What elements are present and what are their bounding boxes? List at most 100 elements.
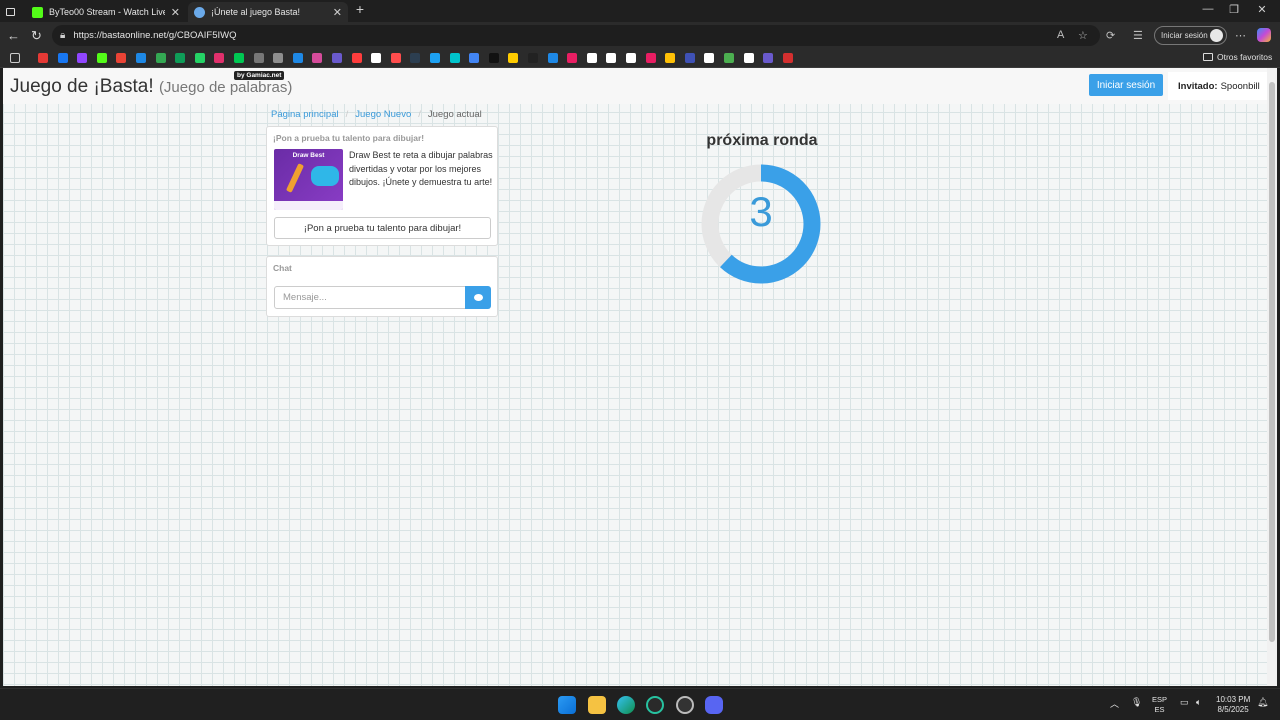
countdown-number: 3: [749, 188, 773, 235]
bookmark-icon[interactable]: [194, 53, 205, 63]
lock-icon: 🔒︎: [60, 30, 66, 41]
bookmark-icon[interactable]: [214, 53, 225, 63]
bookmark-icon[interactable]: [332, 53, 342, 63]
guest-name: Spoonbill: [1220, 80, 1260, 92]
bookmark-icon[interactable]: [351, 53, 362, 63]
back-icon[interactable]: ←: [7, 28, 20, 43]
bookmark-icon[interactable]: [626, 53, 636, 63]
tab-actions-icon[interactable]: [0, 2, 22, 22]
login-button[interactable]: Iniciar sesión: [1089, 74, 1163, 96]
bookmark-icon[interactable]: [724, 53, 734, 63]
bookmark-icon[interactable]: [763, 53, 774, 63]
next-round-label: próxima ronda: [706, 132, 818, 149]
browser-tab-bar: ByTeo00 Stream - Watch Live on ✕ ¡Únete …: [0, 0, 1280, 22]
close-tab-icon[interactable]: ✕: [333, 6, 342, 19]
close-window-button[interactable]: ✕: [1252, 3, 1272, 16]
url-text: https://bastaonline.net/g/CBOAIF5IWQ: [73, 30, 237, 41]
edge-icon[interactable]: [617, 696, 635, 714]
volume-icon[interactable]: 🔈︎: [1196, 697, 1201, 708]
bookmark-icon[interactable]: [77, 53, 88, 63]
browser-signin-button[interactable]: Iniciar sesión: [1154, 26, 1227, 45]
bookmark-icon[interactable]: [390, 53, 401, 63]
promo-draw-button[interactable]: ¡Pon a prueba tu talento para dibujar!: [274, 217, 491, 239]
guest-info: Invitado: Spoonbill: [1168, 72, 1267, 100]
bookmark-icon[interactable]: [606, 53, 617, 63]
address-bar[interactable]: 🔒︎ https://bastaonline.net/g/CBOAIF5IWQ: [52, 25, 1100, 46]
discord-icon[interactable]: [705, 696, 723, 714]
page-scrollbar[interactable]: [1267, 68, 1277, 686]
bookmark-icon[interactable]: [57, 53, 68, 63]
bookmark-icon[interactable]: [371, 53, 382, 63]
maximize-button[interactable]: ❐: [1224, 3, 1244, 16]
draw-best-image[interactable]: Draw Best: [274, 149, 343, 210]
bookmark-icon[interactable]: [645, 53, 656, 63]
bookmark-icon[interactable]: [547, 53, 558, 63]
file-explorer-icon[interactable]: [588, 696, 606, 714]
bookmark-icon[interactable]: [410, 53, 421, 63]
chat-message-input[interactable]: Mensaje...: [274, 286, 466, 309]
close-tab-icon[interactable]: ✕: [171, 6, 180, 19]
read-aloud-icon[interactable]: A: [1057, 29, 1064, 41]
clock[interactable]: 10:03 PM 8/5/2025: [1216, 695, 1250, 715]
network-icon[interactable]: ▭: [1180, 697, 1189, 708]
new-tab-button[interactable]: +: [350, 1, 370, 17]
language-indicator[interactable]: ESP ES: [1152, 695, 1167, 715]
copilot-icon[interactable]: [1257, 28, 1271, 42]
bookmark-icon[interactable]: [312, 53, 323, 63]
favorites-icon[interactable]: ☰: [1133, 29, 1143, 42]
bookmark-tray-icon[interactable]: [10, 53, 20, 63]
draw-best-promo-panel: ¡Pon a prueba tu talento para dibujar! D…: [266, 126, 498, 246]
promo-heading: ¡Pon a prueba tu talento para dibujar!: [273, 133, 425, 143]
bookmark-icon[interactable]: [782, 53, 793, 63]
other-favorites-folder[interactable]: Otros favoritos: [1203, 52, 1272, 62]
tab-basta[interactable]: ¡Únete al juego Basta! ✕: [188, 2, 348, 22]
bookmark-icon[interactable]: [743, 53, 754, 63]
address-toolbar: ← ↻ 🔒︎ https://bastaonline.net/g/CBOAIF5…: [0, 22, 1280, 49]
bookmark-icon[interactable]: [586, 53, 597, 63]
microphone-icon[interactable]: 🎙︎: [1131, 697, 1142, 708]
bookmark-icon[interactable]: [273, 53, 284, 63]
bookmark-icon[interactable]: [234, 53, 244, 63]
breadcrumb-home[interactable]: Página principal: [271, 109, 339, 120]
extensions-icon[interactable]: ⟳: [1106, 29, 1115, 42]
bookmark-icon[interactable]: [175, 53, 186, 63]
bookmark-icon[interactable]: [469, 53, 480, 63]
web-page: Juego de ¡Basta! (Juego de palabras) by …: [3, 68, 1267, 686]
favorite-star-icon[interactable]: ☆: [1078, 29, 1088, 42]
windows-taskbar: ︿ 🎙︎ ESP ES ▭ 🔈︎ 10:03 PM 8/5/2025 🔔︎: [0, 688, 1280, 720]
notifications-icon[interactable]: 🔔︎: [1257, 697, 1268, 708]
breadcrumb-current: Juego actual: [427, 109, 482, 120]
bookmark-icon[interactable]: [136, 53, 146, 63]
gamiac-badge[interactable]: by Gamiac.net: [234, 71, 285, 80]
chat-heading: Chat: [273, 263, 292, 273]
scrollbar-thumb[interactable]: [1269, 82, 1275, 642]
bookmark-icon[interactable]: [292, 53, 303, 63]
bookmark-icon[interactable]: [528, 53, 538, 63]
chat-send-button[interactable]: [465, 286, 491, 309]
app-icon[interactable]: [676, 696, 694, 714]
bookmark-icon[interactable]: [430, 53, 440, 63]
bookmark-icon[interactable]: [508, 53, 519, 63]
edge-profile-icon[interactable]: [646, 696, 664, 714]
more-menu-icon[interactable]: ⋯: [1235, 29, 1246, 42]
tab-kick-stream[interactable]: ByTeo00 Stream - Watch Live on ✕: [26, 2, 186, 22]
bookmark-icon[interactable]: [449, 53, 460, 63]
bookmark-icon[interactable]: [96, 53, 107, 63]
bookmark-icon[interactable]: [567, 53, 578, 63]
bookmark-icon[interactable]: [665, 53, 676, 63]
breadcrumb-new-game[interactable]: Juego Nuevo: [355, 109, 411, 120]
bookmark-icon[interactable]: [488, 53, 499, 63]
bookmark-icon[interactable]: [38, 53, 48, 63]
bookmark-icon[interactable]: [116, 53, 127, 63]
start-icon[interactable]: [558, 696, 576, 714]
refresh-icon[interactable]: ↻: [31, 28, 42, 44]
bookmark-icon[interactable]: [155, 53, 166, 63]
minimize-button[interactable]: —: [1198, 3, 1218, 15]
chat-bubble-icon: [473, 294, 483, 301]
bookmark-icon[interactable]: [704, 53, 715, 63]
profile-avatar-icon: [1210, 29, 1223, 42]
bookmark-icon[interactable]: [684, 53, 695, 63]
tray-chevron-icon[interactable]: ︿: [1110, 697, 1119, 710]
promo-description: Draw Best te reta a dibujar palabras div…: [349, 150, 493, 187]
bookmark-icon[interactable]: [253, 53, 264, 63]
